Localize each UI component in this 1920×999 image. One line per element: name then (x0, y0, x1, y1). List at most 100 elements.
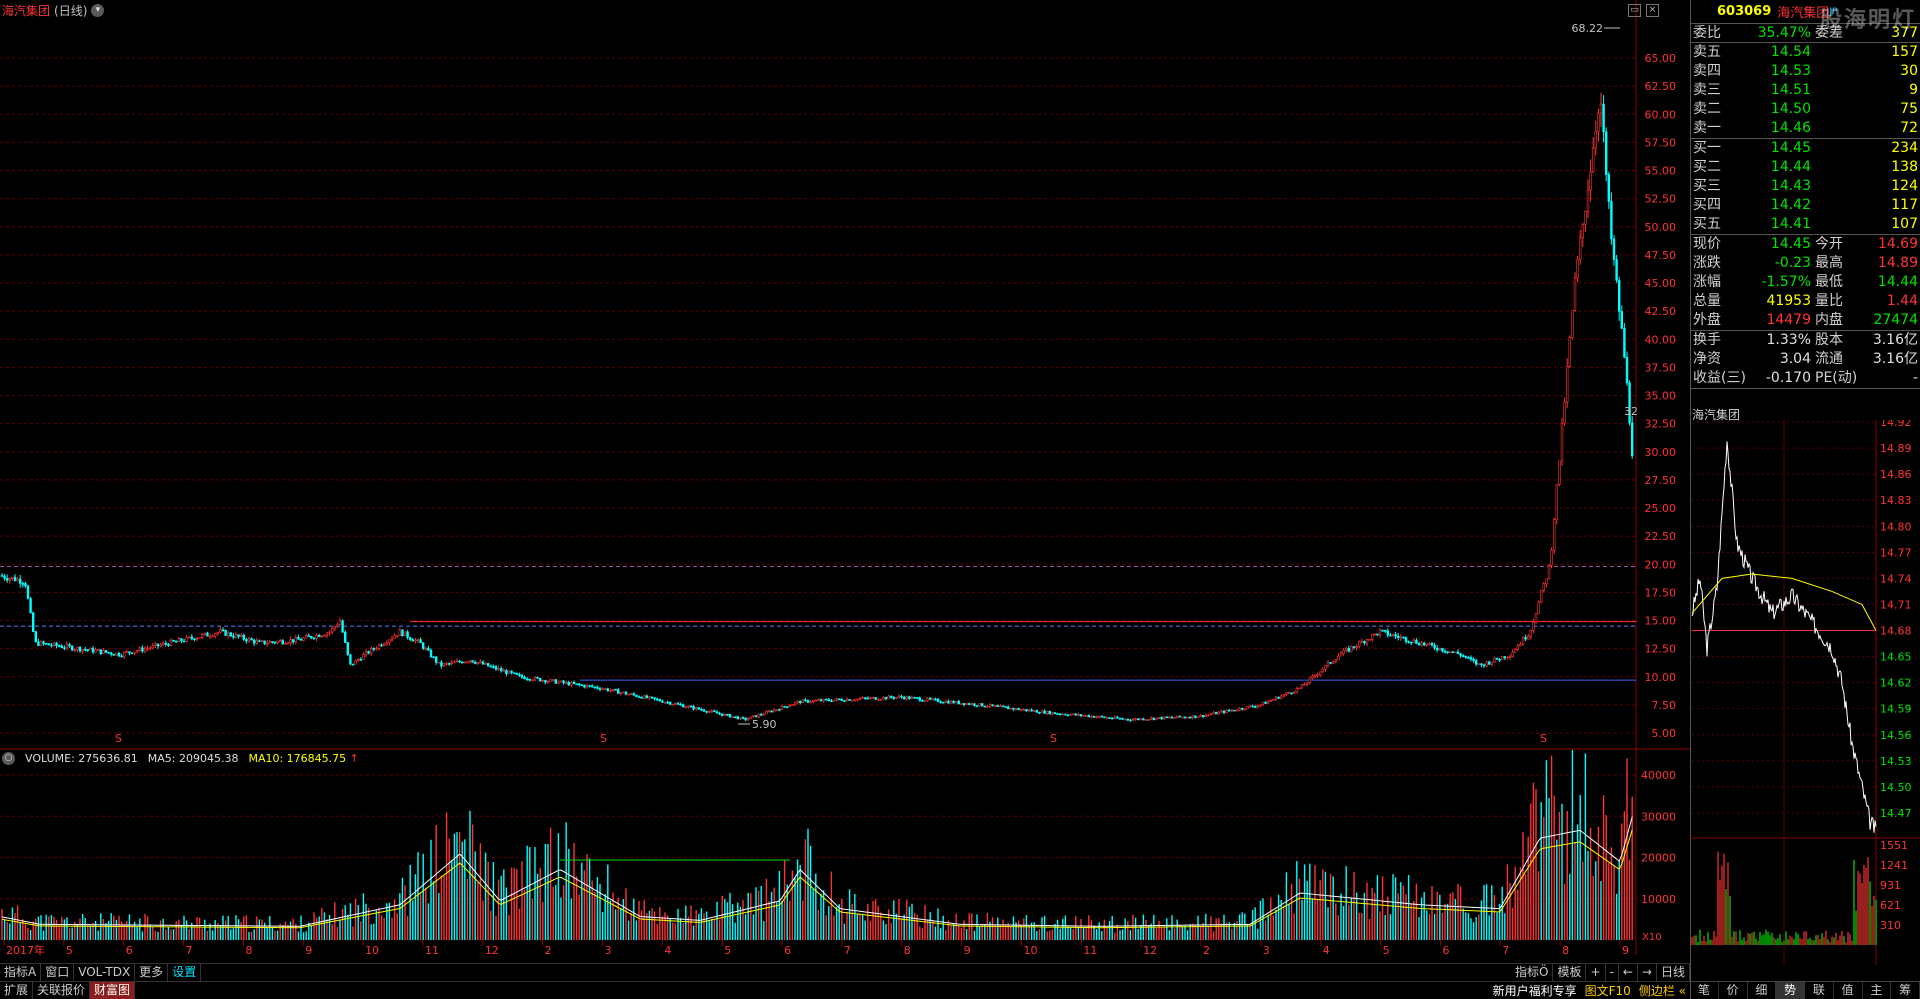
candle-body (1152, 717, 1156, 720)
candle-body (323, 635, 326, 637)
candle-body (1308, 677, 1312, 684)
candle-body (42, 641, 45, 644)
candle-body (284, 643, 287, 645)
candle-body (1532, 621, 1535, 631)
sidebar-toggle[interactable]: 侧边栏 « (1635, 982, 1690, 999)
kline-chart-area[interactable]: 海汽集团 (日线) ▾ ▭ × 65.00 62.50 60.00 57.50 55.0… (0, 0, 1690, 955)
sell-orders: 卖五 14.54 157 卖四 14.53 30 卖三 14.51 9 卖二 14.50 75 卖一 14… (1691, 43, 1920, 139)
candle-body (16, 578, 19, 582)
template-tab[interactable]: 指标Ö (1511, 963, 1554, 981)
indicator-tab[interactable]: VOL-TDX (74, 963, 136, 981)
candle-body (741, 716, 745, 719)
candle-body (1355, 646, 1358, 648)
candle-body (489, 665, 492, 668)
tab-linked-quote[interactable]: 关联报价 (33, 981, 91, 999)
time-tick: 8 (1562, 944, 1569, 955)
candle-body (1001, 705, 1005, 708)
restore-icon[interactable]: ▭ (1628, 4, 1641, 17)
ma5-value: MA5: 209045.38 (147, 752, 239, 765)
candle-body (146, 647, 149, 650)
panel-tab[interactable]: 势 (1776, 982, 1805, 999)
panel-tab[interactable]: 主 (1863, 982, 1892, 999)
f10-link[interactable]: 图文F10 (1581, 982, 1635, 999)
candle-body (341, 620, 344, 633)
settings-icon[interactable]: ○ (2, 752, 15, 765)
volume-chart[interactable]: 40000 30000 20000 10000 X10 2017年 5 6 7 8 9 10 11 12 2… (0, 750, 1690, 955)
time-tick: 3 (605, 944, 612, 955)
candle-body (375, 648, 378, 650)
panel-tabs: 笔价细势联值主筹 (1690, 981, 1920, 999)
candle-body (991, 704, 994, 707)
candle-body (757, 714, 760, 718)
candle-body (1586, 189, 1590, 212)
order-volume: 9 (1909, 82, 1918, 98)
indicator-tab[interactable]: 指标A (0, 963, 42, 981)
intraday-tick: 14.77 (1880, 546, 1912, 559)
candle-body (554, 679, 558, 684)
candle-body (1095, 716, 1098, 719)
candle-body (1168, 716, 1171, 719)
panel-tab[interactable]: 笔 (1690, 982, 1719, 999)
candle-body (1534, 613, 1538, 623)
tab-wealth-map[interactable]: 财富图 (90, 981, 136, 999)
intraday-tick: 14.71 (1880, 598, 1912, 611)
candle-body (1420, 642, 1423, 646)
candle-body (112, 653, 116, 656)
candle-body (1599, 103, 1603, 114)
tab-extend[interactable]: 扩展 (0, 981, 34, 999)
stock-name[interactable]: 海汽集团 (2, 2, 50, 19)
candle-body (1618, 280, 1621, 312)
candle-body (876, 699, 880, 701)
candle-body (1581, 224, 1585, 239)
nav-button[interactable]: ← (1619, 963, 1638, 981)
close-icon[interactable]: × (1646, 4, 1659, 17)
nav-button[interactable]: - (1606, 963, 1619, 981)
panel-tab[interactable]: 筹 (1891, 982, 1920, 999)
candle-body (50, 644, 53, 647)
indicator-tab[interactable]: 窗口 (41, 963, 75, 981)
price-tick: 42.50 (1645, 305, 1677, 318)
candle-body (1391, 634, 1395, 636)
candle-body (1326, 662, 1330, 666)
promo-link[interactable]: 新用户福利专享 (1489, 982, 1581, 999)
price-chart[interactable]: 65.00 62.50 60.00 57.50 55.00 52.50 50.00 47.50… (0, 0, 1690, 750)
candle-body (91, 647, 95, 653)
candle-body (1467, 657, 1470, 659)
candle-body (1313, 675, 1317, 677)
nav-button[interactable]: + (1586, 963, 1606, 981)
candle-body (1235, 709, 1239, 712)
candle-body (720, 713, 724, 716)
candle-body (1529, 630, 1533, 637)
order-label: 卖四 (1693, 63, 1721, 79)
candle-body (3, 575, 6, 579)
candle-body (104, 650, 108, 653)
order-price: 14.45 (1770, 140, 1811, 156)
candle-body (1501, 656, 1504, 660)
candle-body (1579, 237, 1582, 260)
candle-body (1451, 651, 1455, 654)
nav-button[interactable]: → (1638, 963, 1657, 981)
stat-label: PE(动) (1815, 370, 1858, 386)
candle-body (1389, 634, 1392, 637)
candle-body (804, 699, 807, 702)
candle-body (705, 710, 708, 713)
time-tick: 5 (724, 944, 731, 955)
price-tick: 45.00 (1645, 277, 1677, 290)
price-tick: 27.50 (1645, 474, 1677, 487)
period-button[interactable]: 日线 (1657, 963, 1690, 981)
indicator-tab[interactable]: 设置 (168, 963, 202, 981)
price-tick: 5.00 (1652, 727, 1677, 740)
indicator-tab[interactable]: 更多 (135, 963, 169, 981)
panel-tab[interactable]: 联 (1805, 982, 1834, 999)
candle-body (1046, 710, 1049, 714)
intraday-chart[interactable]: 14.92 14.89 14.86 14.83 14.80 14.77 14.74 14.71… (1690, 420, 1920, 965)
candle-body (143, 648, 147, 652)
candle-body (1053, 712, 1057, 714)
chevron-down-icon[interactable]: ▾ (91, 4, 105, 17)
candle-body (154, 643, 157, 646)
candle-body (276, 640, 279, 644)
panel-tab[interactable]: 价 (1719, 982, 1748, 999)
panel-tab[interactable]: 值 (1834, 982, 1863, 999)
template-tab[interactable]: 模板 (1553, 963, 1587, 981)
panel-tab[interactable]: 细 (1748, 982, 1777, 999)
